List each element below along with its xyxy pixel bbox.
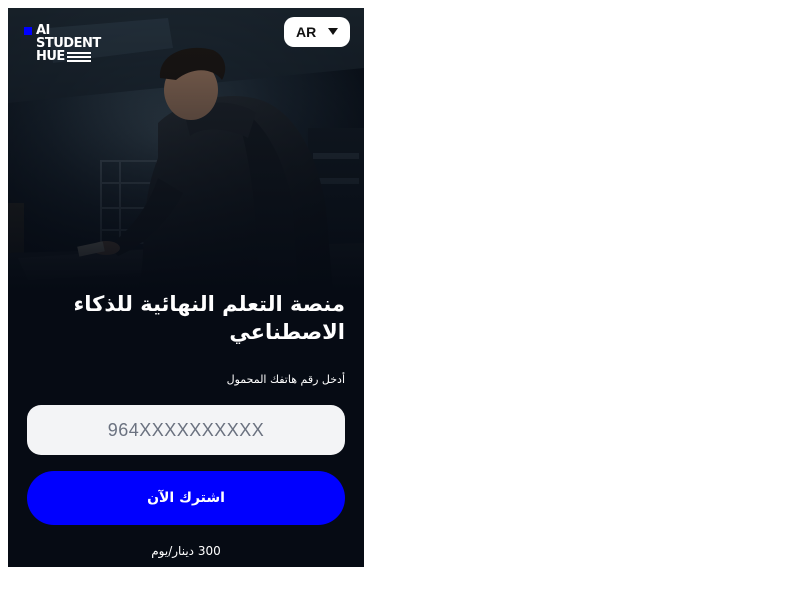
page-title: منصة التعلم النهائية للذكاء الاصطناعي — [73, 292, 345, 344]
subscribe-now-button[interactable]: اشترك الآن — [27, 471, 345, 525]
logo-square-icon — [24, 27, 32, 35]
caret-down-icon — [328, 28, 338, 35]
brand-logo: AI STUDENT HUE — [22, 16, 102, 64]
logo-bars-icon — [67, 52, 91, 62]
app-screen: AI STUDENT HUE AR منصة التعلم النهائية ل… — [8, 8, 364, 567]
hero-image: AI STUDENT HUE AR — [8, 8, 364, 291]
phone-number-label: أدخل رقم هاتفك المحمول — [226, 373, 345, 386]
logo-text-line-3: HUE — [36, 49, 65, 64]
phone-number-input[interactable] — [27, 405, 345, 455]
language-selector[interactable]: AR — [284, 17, 350, 47]
price-text: 300 دينار/يوم — [151, 544, 221, 558]
language-selected-value: AR — [296, 24, 317, 40]
